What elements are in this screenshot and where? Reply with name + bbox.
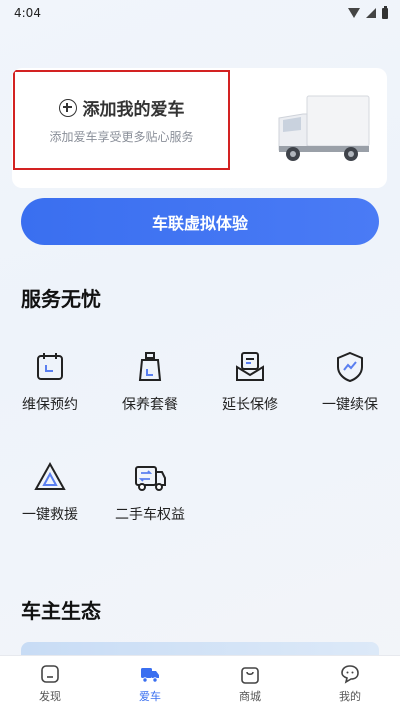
tab-label: 发现 (39, 690, 61, 703)
plus-circle-icon (58, 98, 77, 117)
services-title: 服务无忧 (21, 287, 101, 311)
service-label: 延长保修 (222, 397, 278, 413)
service-extended-warranty[interactable]: 延长保修 (210, 350, 290, 414)
warning-triangle-icon (34, 461, 66, 490)
service-label: 一键救援 (22, 507, 78, 523)
status-time: 4:04 (14, 6, 41, 20)
battery-icon (382, 5, 388, 19)
add-car-title-row: 添加我的爱车 (58, 95, 185, 120)
tab-shop[interactable]: 商城 (215, 663, 285, 704)
service-label: 保养套餐 (122, 397, 178, 413)
shop-bag-icon (241, 667, 259, 684)
add-car-subtitle: 添加爱车享受更多贴心服务 (49, 130, 194, 144)
service-insurance-renewal[interactable]: 一键续保 (310, 350, 390, 414)
add-car-button[interactable]: 添加我的爱车 添加爱车享受更多贴心服务 (13, 70, 230, 170)
truck-exchange-icon (135, 466, 166, 491)
profile-icon (341, 665, 359, 684)
truck-icon (141, 668, 159, 683)
service-label: 一键续保 (322, 397, 378, 413)
document-icon (236, 352, 264, 381)
tab-label: 我的 (339, 690, 361, 703)
shield-icon (337, 351, 363, 383)
service-used-car-benefits[interactable]: 二手车权益 (110, 460, 190, 524)
tab-discover[interactable]: 发现 (15, 663, 85, 704)
wifi-icon (348, 8, 360, 18)
tab-label: 爱车 (139, 690, 161, 703)
tab-my-car[interactable]: 爱车 (115, 663, 185, 704)
service-roadside-rescue[interactable]: 一键救援 (10, 460, 90, 524)
service-label: 维保预约 (22, 397, 78, 413)
calendar-icon (37, 353, 63, 380)
bottom-tab-bar: 发现 爱车 商城 我的 (0, 655, 400, 711)
oil-bottle-icon (138, 352, 162, 381)
truck-illustration (278, 95, 370, 161)
signal-icon (366, 8, 376, 18)
status-icons (348, 5, 388, 19)
discover-icon (41, 665, 59, 683)
service-maintenance-package[interactable]: 保养套餐 (110, 350, 190, 414)
add-car-title: 添加我的爱车 (82, 100, 185, 120)
virtual-experience-button[interactable]: 车联虚拟体验 (21, 198, 379, 245)
service-maintenance-booking[interactable]: 维保预约 (10, 350, 90, 414)
car-card: 添加我的爱车 添加爱车享受更多贴心服务 (12, 68, 387, 188)
tab-profile[interactable]: 我的 (315, 663, 385, 704)
service-label: 二手车权益 (115, 507, 185, 523)
status-bar: 4:04 (0, 0, 400, 26)
tab-label: 商城 (239, 690, 261, 703)
ecosystem-title: 车主生态 (21, 599, 101, 623)
